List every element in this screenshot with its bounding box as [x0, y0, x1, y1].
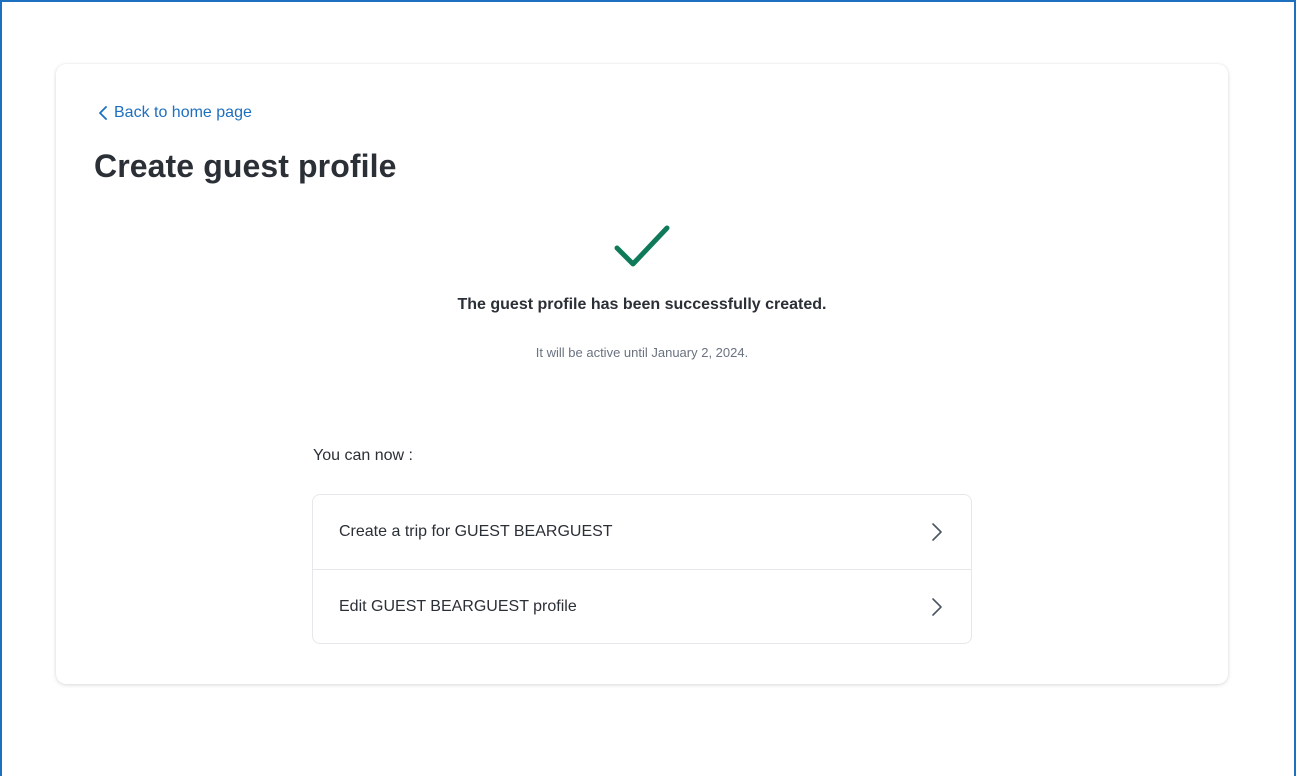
- back-to-home-link[interactable]: Back to home page: [98, 104, 252, 122]
- back-link-label: Back to home page: [114, 104, 252, 121]
- chevron-right-icon: [932, 523, 942, 541]
- next-steps-heading: You can now :: [313, 447, 413, 464]
- active-until-text: It will be active until January 2, 2024.: [535, 345, 749, 360]
- success-message: The guest profile has been successfully …: [457, 296, 827, 313]
- create-trip-label: Create a trip for GUEST BEARGUEST: [339, 523, 613, 540]
- chevron-right-icon: [932, 597, 942, 616]
- create-trip-action[interactable]: Create a trip for GUEST BEARGUEST: [313, 495, 971, 569]
- page-title: Create guest profile: [94, 148, 397, 184]
- checkmark-icon: [614, 225, 670, 267]
- edit-profile-label: Edit GUEST BEARGUEST profile: [339, 597, 577, 615]
- content-card: Back to home page Create guest profile T…: [56, 64, 1228, 684]
- next-steps-list: Create a trip for GUEST BEARGUEST Edit G…: [312, 494, 972, 644]
- chevron-left-icon: [99, 106, 107, 120]
- edit-profile-action[interactable]: Edit GUEST BEARGUEST profile: [313, 569, 971, 643]
